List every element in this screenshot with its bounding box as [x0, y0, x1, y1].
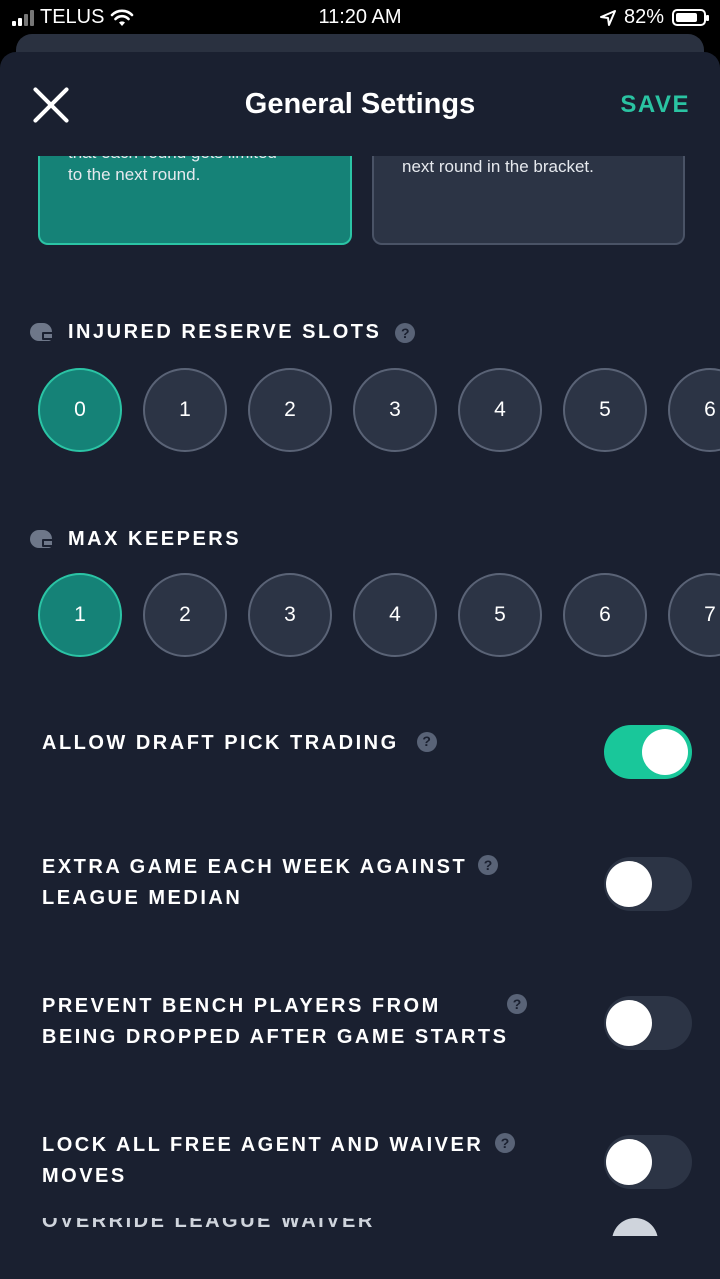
injured-reserve-option[interactable]: 3 — [353, 368, 437, 452]
max-keepers-option[interactable]: 7 — [668, 573, 720, 657]
injured-reserve-options: 0123456 — [38, 368, 720, 452]
status-right: 82% — [599, 6, 709, 29]
draft-pick-trading-label: ALLOW DRAFT PICK TRADING ? — [42, 728, 437, 759]
battery-fill — [676, 13, 698, 22]
help-icon[interactable]: ? — [495, 1133, 515, 1153]
help-icon[interactable]: ? — [507, 994, 527, 1014]
max-keepers-title: MAX KEEPERS — [68, 528, 242, 550]
toggle-knob — [642, 729, 688, 775]
injured-reserve-option[interactable]: 4 — [458, 368, 542, 452]
toggle-label-line1: LOCK ALL FREE AGENT AND WAIVER — [42, 1134, 484, 1156]
prevent-bench-toggle[interactable] — [604, 996, 692, 1050]
toggle-label-line2: BEING DROPPED AFTER GAME STARTS — [42, 1026, 509, 1048]
max-keepers-option[interactable]: 1 — [38, 573, 122, 657]
max-keepers-option[interactable]: 5 — [458, 573, 542, 657]
card-partial-text: that each round gets limited — [68, 156, 322, 164]
location-arrow-icon — [599, 9, 616, 26]
injured-reserve-title: INJURED RESERVE SLOTS — [68, 321, 382, 343]
injured-reserve-label: INJURED RESERVE SLOTS ? — [30, 321, 416, 344]
toggle-knob — [612, 1218, 658, 1236]
battery-icon — [672, 9, 709, 26]
partial-next-setting-label: OVERRIDE LEAGUE WAIVER CAPACITY — [42, 1218, 502, 1230]
league-median-toggle[interactable] — [604, 857, 692, 911]
injured-reserve-option[interactable]: 1 — [143, 368, 227, 452]
help-icon[interactable]: ? — [416, 731, 437, 752]
status-bar: TELUS 11:20 AM 82% — [0, 0, 720, 36]
toggle-label-line2: MOVES — [42, 1165, 127, 1187]
save-button[interactable]: SAVE — [620, 91, 690, 119]
injured-reserve-option[interactable]: 2 — [248, 368, 332, 452]
draft-pick-trading-toggle[interactable] — [604, 725, 692, 779]
playoff-option-card[interactable]: next round in the bracket. — [372, 156, 685, 245]
help-icon[interactable]: ? — [478, 855, 498, 875]
card-text: next round in the bracket. — [402, 157, 594, 176]
max-keepers-option[interactable]: 2 — [143, 573, 227, 657]
helmet-icon — [30, 322, 56, 343]
max-keepers-option[interactable]: 4 — [353, 573, 437, 657]
toggle-label-line2: LEAGUE MEDIAN — [42, 887, 243, 909]
injured-reserve-option[interactable]: 5 — [563, 368, 647, 452]
lock-moves-toggle[interactable] — [604, 1135, 692, 1189]
toggle-label-line1: ALLOW DRAFT PICK TRADING — [42, 732, 399, 754]
playoff-option-card-selected[interactable]: that each round gets limited to the next… — [38, 156, 352, 245]
injured-reserve-option[interactable]: 0 — [38, 368, 122, 452]
partial-next-toggle[interactable] — [604, 1216, 692, 1236]
page-title: General Settings — [244, 88, 476, 120]
help-icon[interactable]: ? — [395, 322, 416, 343]
max-keepers-options: 1234567 — [38, 573, 720, 657]
partial-label-text: OVERRIDE LEAGUE WAIVER CAPACITY — [42, 1218, 375, 1230]
toggle-label-line1: PREVENT BENCH PLAYERS FROM — [42, 995, 441, 1017]
league-median-label: EXTRA GAME EACH WEEK AGAINST LEAGUE MEDI… — [42, 852, 467, 914]
toggle-knob — [606, 1000, 652, 1046]
settings-sheet[interactable]: General Settings SAVE that each round ge… — [0, 52, 720, 1279]
toggle-knob — [606, 861, 652, 907]
injured-reserve-option[interactable]: 6 — [668, 368, 720, 452]
prevent-bench-label: PREVENT BENCH PLAYERS FROM BEING DROPPED… — [42, 991, 508, 1053]
max-keepers-option[interactable]: 6 — [563, 573, 647, 657]
lock-moves-label: LOCK ALL FREE AGENT AND WAIVER MOVES — [42, 1130, 483, 1192]
card-text: to the next round. — [68, 165, 201, 184]
header: General Settings SAVE — [0, 52, 720, 156]
toggle-label-line1: EXTRA GAME EACH WEEK AGAINST — [42, 856, 468, 878]
max-keepers-option[interactable]: 3 — [248, 573, 332, 657]
battery-percent: 82% — [623, 6, 664, 28]
helmet-icon — [30, 529, 56, 550]
max-keepers-label: MAX KEEPERS — [30, 528, 241, 551]
toggle-knob — [606, 1139, 652, 1185]
